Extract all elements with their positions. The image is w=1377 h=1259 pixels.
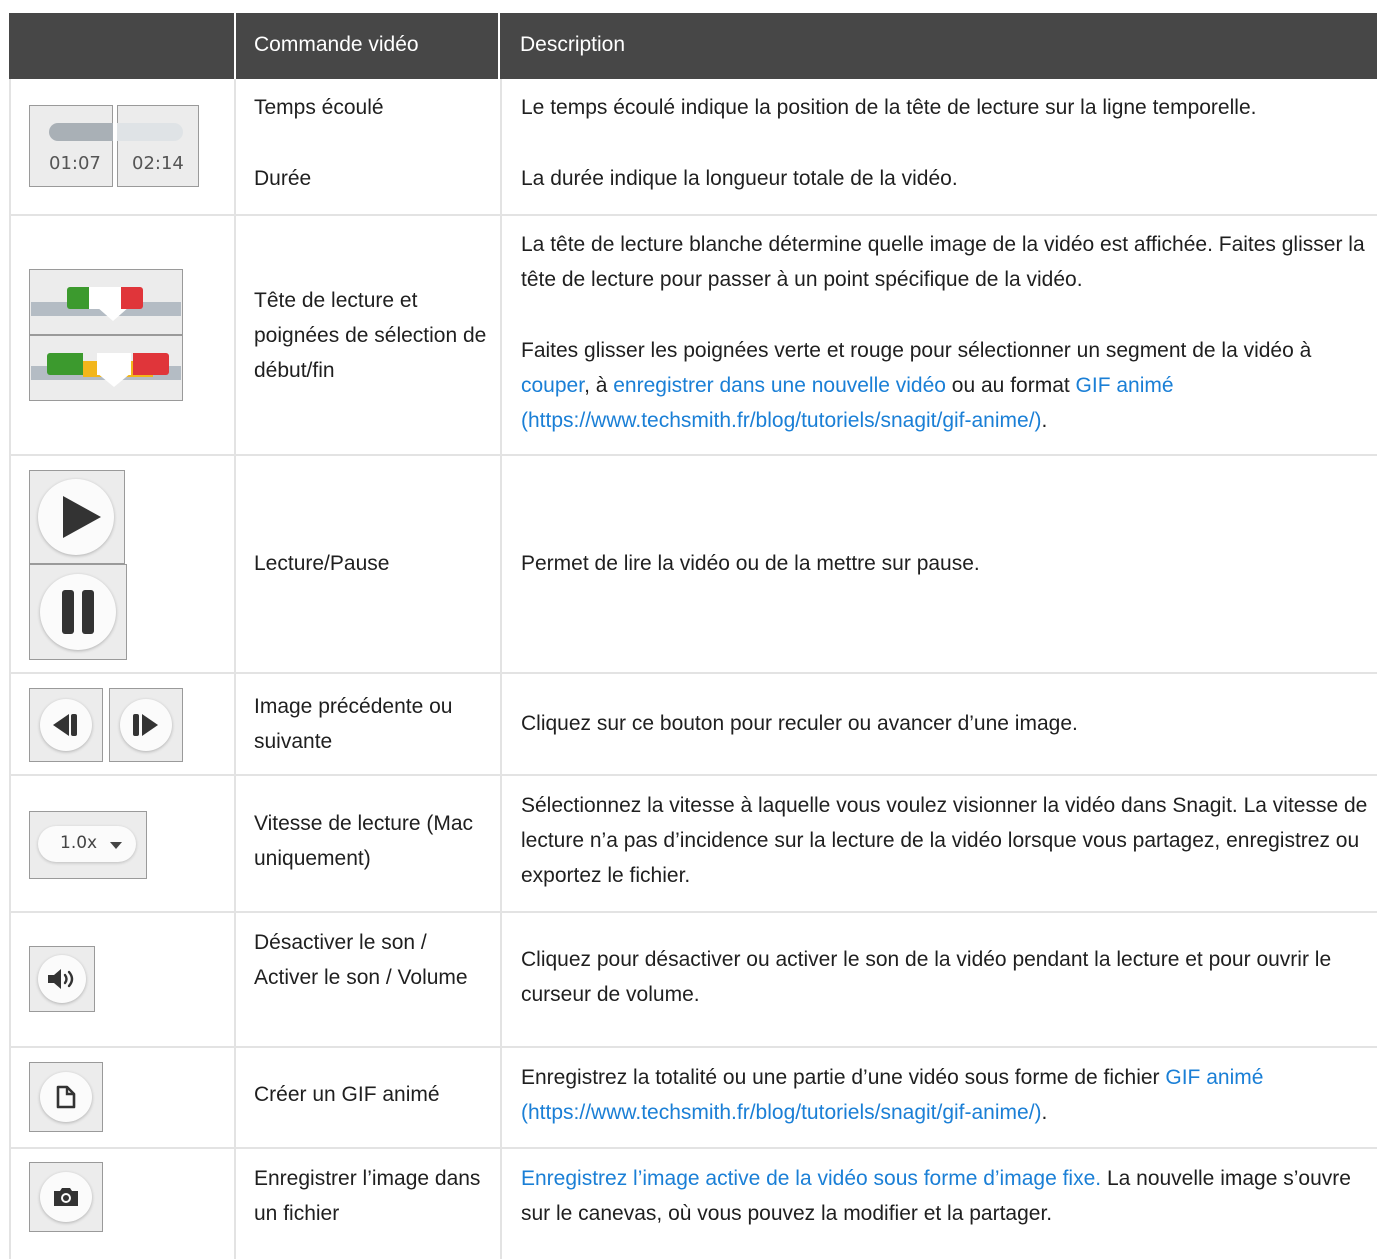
- table-row: Désactiver le son / Activer le son / Vol…: [9, 913, 1377, 1048]
- command-label: Vitesse de lecture (Mac uniquement): [254, 812, 474, 870]
- description-text: Enregistrez l’image active de la vidéo s…: [521, 1167, 1351, 1225]
- description-cell: Permet de lire la vidéo ou de la mettre …: [500, 456, 1377, 672]
- description-cell: Enregistrez la totalité ou une partie d’…: [500, 1048, 1377, 1147]
- description-cell: Cliquez sur ce bouton pour reculer ou av…: [500, 674, 1377, 774]
- camera-icon: [54, 1188, 78, 1206]
- link-couper[interactable]: couper: [521, 374, 584, 397]
- link-save-new-video[interactable]: enregistrer dans une nouvelle vidéo: [613, 374, 946, 397]
- command-cell: Créer un GIF animé: [234, 1048, 500, 1147]
- description-text: Cliquez pour désactiver ou activer le so…: [521, 948, 1332, 1006]
- icon-cell: [11, 1048, 234, 1147]
- command-label: Temps écoulé: [254, 96, 384, 119]
- description-cell: Sélectionnez la vitesse à laquelle vous …: [500, 776, 1377, 911]
- icon-cell: [11, 674, 234, 774]
- table-header: Commande vidéo Description: [9, 13, 1377, 79]
- table-row: Tête de lecture et poignées de sélection…: [9, 216, 1377, 456]
- command-cell: Image précédente ou suivante: [234, 674, 500, 774]
- speed-value: 1.0x: [60, 833, 98, 853]
- command-label: Durée: [254, 167, 312, 190]
- description-cell: Cliquez pour désactiver ou activer le so…: [500, 913, 1377, 1046]
- description-text: Sélectionnez la vitesse à laquelle vous …: [521, 794, 1368, 887]
- create-gif-button[interactable]: [29, 1062, 103, 1132]
- link-save-still-image[interactable]: Enregistrez l’image active de la vidéo s…: [521, 1167, 1101, 1190]
- play-icon: [63, 496, 101, 538]
- description-text: Le temps écoulé indique la position de l…: [521, 96, 1257, 119]
- icon-cell: 1.0x: [11, 776, 234, 911]
- header-description: Description: [498, 13, 1377, 79]
- command-label: Lecture/Pause: [254, 552, 390, 575]
- time-display-icon: 01:07 02:14: [29, 105, 201, 187]
- description-text: La durée indique la longueur totale de l…: [521, 167, 958, 190]
- table-row: Lecture/Pause Permet de lire la vidéo ou…: [9, 456, 1377, 674]
- description-cell: La tête de lecture blanche détermine que…: [500, 216, 1377, 454]
- description-text: La tête de lecture blanche détermine que…: [521, 233, 1365, 291]
- command-label: Désactiver le son / Activer le son / Vol…: [254, 931, 468, 989]
- chevron-down-icon: [110, 842, 122, 849]
- table-row: Image précédente ou suivante Cliquez sur…: [9, 674, 1377, 776]
- playback-speed-icon[interactable]: 1.0x: [29, 811, 147, 879]
- command-cell: Désactiver le son / Activer le son / Vol…: [234, 913, 500, 1046]
- command-label: Image précédente ou suivante: [254, 695, 453, 753]
- header-command: Commande vidéo: [234, 13, 498, 79]
- description-text-2: Faites glisser les poignées verte et rou…: [521, 339, 1312, 432]
- description-text: Permet de lire la vidéo ou de la mettre …: [521, 552, 980, 575]
- icon-cell: [11, 913, 234, 1046]
- save-frame-button[interactable]: [29, 1162, 103, 1232]
- volume-icon: [48, 969, 74, 989]
- command-cell: Temps écoulé Durée: [234, 79, 500, 214]
- table-row: 1.0x Vitesse de lecture (Mac uniquement)…: [9, 776, 1377, 913]
- command-label: Tête de lecture et poignées de sélection…: [254, 289, 487, 382]
- pause-icon: [62, 590, 96, 634]
- table-row: 01:07 02:14 Temps écoulé Durée Le temps …: [9, 79, 1377, 216]
- next-frame-icon: [133, 714, 159, 736]
- icon-cell: [11, 1149, 234, 1259]
- previous-frame-icon: [53, 714, 79, 736]
- playhead-handles-icon: [29, 269, 183, 401]
- description-text: Cliquez sur ce bouton pour reculer ou av…: [521, 712, 1078, 735]
- description-text: Enregistrez la totalité ou une partie d’…: [521, 1066, 1264, 1124]
- description-cell: Enregistrez l’image active de la vidéo s…: [500, 1149, 1377, 1259]
- table-row: Enregistrer l’image dans un fichier Enre…: [9, 1149, 1377, 1259]
- command-label: Enregistrer l’image dans un fichier: [254, 1167, 481, 1225]
- description-cell: Le temps écoulé indique la position de l…: [500, 79, 1377, 214]
- duration-label: 02:14: [132, 153, 184, 174]
- frame-step-icon: [29, 688, 183, 762]
- command-cell: Enregistrer l’image dans un fichier: [234, 1149, 500, 1259]
- volume-button[interactable]: [29, 946, 95, 1012]
- table-row: Créer un GIF animé Enregistrez la totali…: [9, 1048, 1377, 1149]
- elapsed-time-label: 01:07: [49, 153, 101, 174]
- command-cell: Tête de lecture et poignées de sélection…: [234, 216, 500, 454]
- command-cell: Vitesse de lecture (Mac uniquement): [234, 776, 500, 911]
- command-cell: Lecture/Pause: [234, 456, 500, 672]
- icon-cell: [11, 216, 234, 454]
- icon-cell: [11, 456, 234, 672]
- command-label: Créer un GIF animé: [254, 1083, 440, 1106]
- play-pause-icon: [29, 470, 129, 660]
- gif-file-icon: [56, 1085, 76, 1109]
- icon-cell: 01:07 02:14: [11, 79, 234, 214]
